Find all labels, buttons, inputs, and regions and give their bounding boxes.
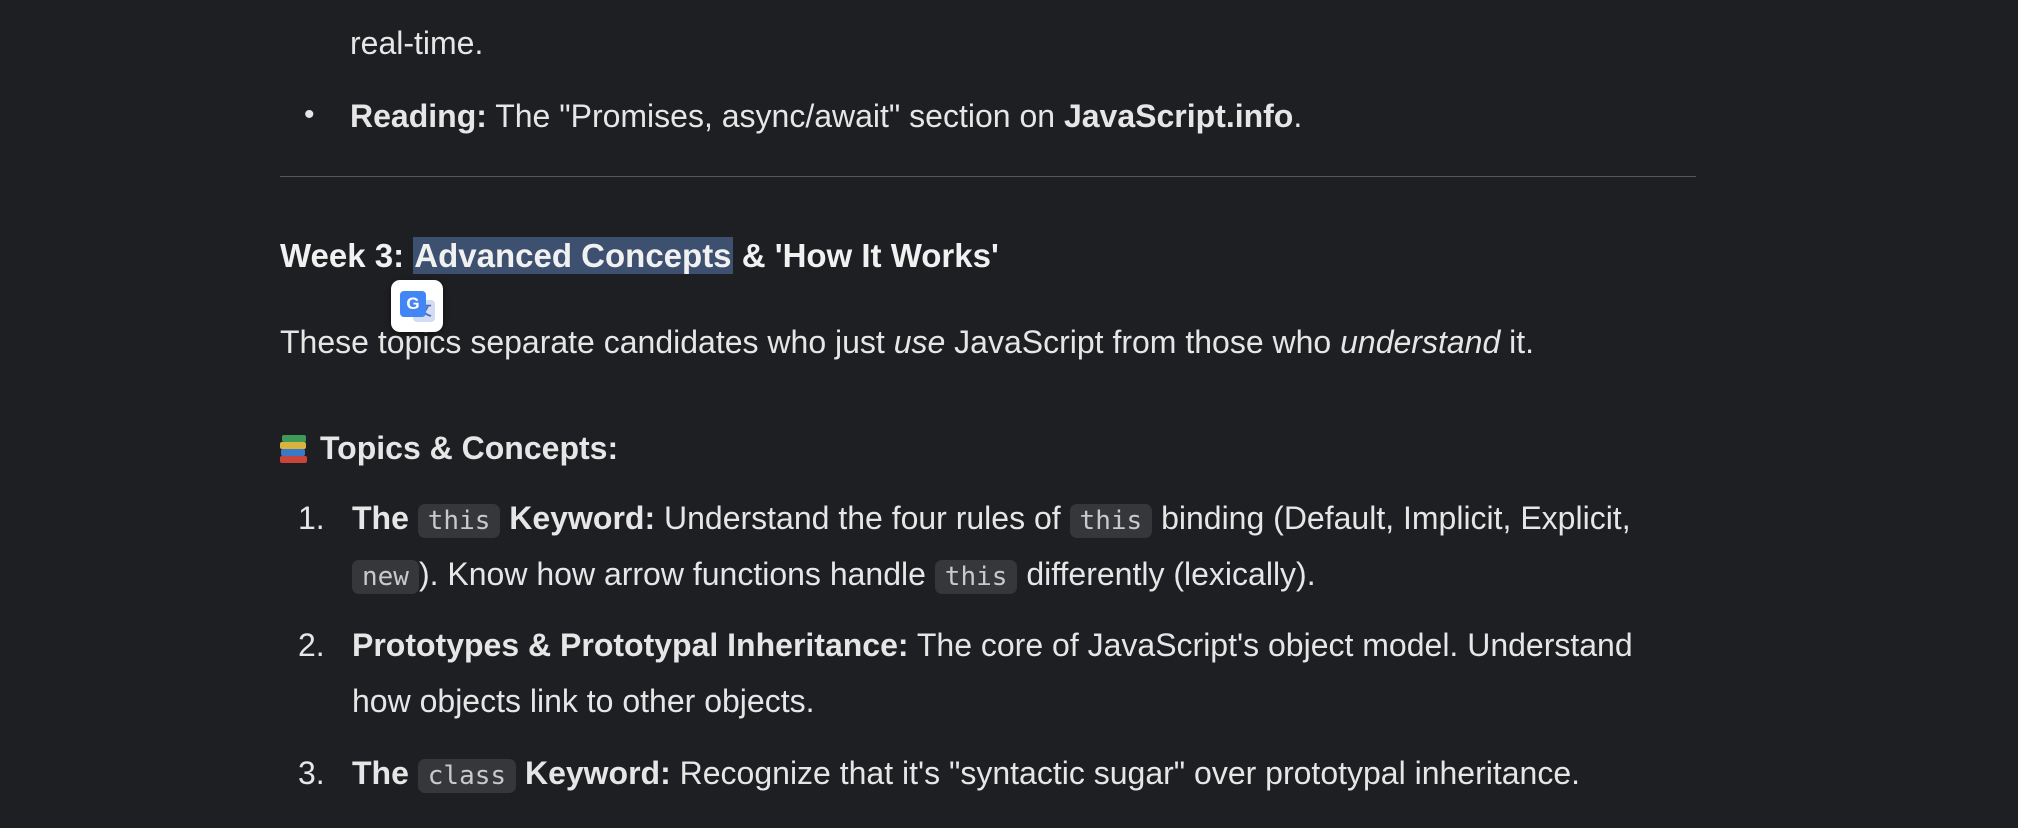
week3-heading: Week 3: Advanced Concepts & 'How It Work…	[280, 234, 999, 278]
section-divider	[280, 176, 1696, 177]
item-3-bold-b: Keyword:	[516, 755, 671, 791]
intro-text-1: These topics separate candidates who jus…	[280, 324, 894, 360]
item-1-line-2: new). Know how arrow functions handle th…	[352, 552, 1316, 599]
inline-code: class	[417, 759, 517, 793]
item-1-bold-b: Keyword:	[500, 500, 656, 536]
intro-text-3: it.	[1500, 324, 1535, 360]
javascript-info-link: JavaScript.info	[1063, 98, 1294, 134]
week3-prefix: Week 3:	[280, 237, 414, 274]
google-translate-button[interactable]: 文 G	[391, 280, 443, 332]
item-1-text-b: binding (Default, Implicit, Explicit,	[1152, 500, 1631, 536]
books-icon	[280, 434, 308, 463]
inline-code: this	[417, 504, 501, 538]
reading-line: Reading: The "Promises, async/await" sec…	[350, 94, 1302, 138]
item-1-line-1: The this Keyword: Understand the four ru…	[352, 496, 1631, 543]
topics-heading: Topics & Concepts:	[280, 426, 618, 470]
item-number: 1.	[298, 500, 325, 536]
intro-text-2: JavaScript from those who	[945, 324, 1341, 360]
item-1-text-d: differently (lexically).	[1017, 556, 1316, 592]
item-3-line-1: The class Keyword: Recognize that it's "…	[352, 751, 1580, 798]
topics-heading-label: Topics & Concepts:	[320, 430, 619, 466]
item-2-text-a: The core of JavaScript's object model. U…	[908, 627, 1633, 663]
week3-suffix: & 'How It Works'	[732, 237, 999, 274]
item-number: 3.	[298, 755, 325, 791]
intro-use: use	[893, 324, 946, 360]
previous-item-line-end: real-time.	[350, 25, 484, 61]
selected-text[interactable]: Advanced Concepts	[413, 237, 733, 274]
item-number: 2.	[298, 627, 325, 663]
reading-period: .	[1293, 98, 1303, 134]
inline-code: this	[1069, 504, 1153, 538]
reading-label: Reading:	[350, 98, 487, 134]
item-1-text-a: Understand the four rules of	[655, 500, 1070, 536]
intro-understand: understand	[1340, 324, 1501, 360]
reading-text: The "Promises, async/await" section on	[486, 98, 1064, 134]
item-1-text-c: ). Know how arrow functions handle	[418, 556, 935, 592]
item-2-bold: Prototypes & Prototypal Inheritance:	[352, 627, 909, 663]
item-1-bold-a: The	[352, 500, 418, 536]
inline-code: this	[934, 560, 1018, 594]
item-2-line-2: how objects link to other objects.	[352, 683, 815, 719]
item-2-line-1: Prototypes & Prototypal Inheritance: The…	[352, 623, 1633, 667]
bullet-dot: •	[304, 98, 315, 131]
item-3-text: Recognize that it's "syntactic sugar" ov…	[670, 755, 1581, 791]
google-g-icon: G	[400, 291, 426, 317]
previous-item-cut-line: x	[350, 0, 366, 20]
week3-intro: These topics separate candidates who jus…	[280, 320, 1534, 364]
inline-code: new	[352, 560, 419, 594]
item-3-bold-a: The	[352, 755, 418, 791]
